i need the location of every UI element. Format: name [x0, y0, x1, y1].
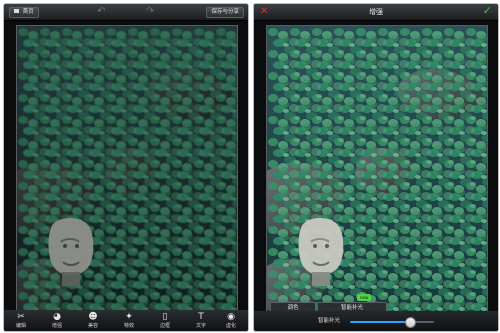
photo-svg [17, 26, 248, 318]
tool-label: 编辑 [15, 323, 26, 329]
smart-fill-light-label: 智能补光 [318, 318, 341, 324]
tool-frame[interactable]: ▯ 边框 [152, 312, 178, 329]
home-icon [14, 9, 19, 13]
tool-label: 虚化 [225, 323, 236, 329]
scissors-icon: ✂ [17, 312, 25, 322]
smart-fill-light-slider[interactable] [350, 317, 434, 328]
tool-label: 文字 [195, 323, 206, 329]
new-badge: new [357, 294, 372, 301]
redo-arrow-icon[interactable]: ↷ [146, 7, 154, 17]
tool-enhance[interactable]: ◕ 增强 [44, 312, 70, 329]
tool-label: 特效 [123, 323, 134, 329]
slider-fill [350, 321, 411, 323]
face-icon: ☻ [88, 312, 98, 322]
left-bottom-toolbar: ✂ 编辑 ◕ 增强 ☻ 美容 ✦ 特效 ▯ 边框 T 文字 ◉ 虚化 [4, 310, 248, 331]
check-icon[interactable]: ✓ [483, 5, 492, 17]
home-button-label: 首页 [22, 9, 34, 15]
tool-label: 美容 [87, 323, 98, 329]
left-editor-screen: 首页 ↶ ↷ 保存与分享 ✂ 编辑 ◕ 增强 ☻ 美容 ✦ 特效 ▯ 边框 T … [3, 3, 249, 332]
save-share-label: 保存与分享 [211, 9, 239, 15]
left-top-bar: 首页 ↶ ↷ 保存与分享 [4, 4, 248, 21]
enhance-title: 增强 [369, 8, 383, 16]
magic-wand-icon: ✦ [125, 312, 133, 322]
enhanced-photo [266, 25, 498, 318]
save-share-button[interactable]: 保存与分享 [206, 7, 244, 18]
text-icon: T [198, 312, 204, 322]
tool-edit[interactable]: ✂ 编辑 [8, 312, 34, 329]
tool-label: 边框 [159, 323, 170, 329]
tool-effects[interactable]: ✦ 特效 [116, 312, 142, 329]
tool-blur[interactable]: ◉ 虚化 [218, 312, 244, 329]
home-button[interactable]: 首页 [9, 7, 39, 18]
right-enhance-screen: ✕ 增强 ✓ 调色 智能补光 new 智能补光 [253, 3, 499, 332]
slider-knob[interactable] [405, 317, 417, 328]
right-top-bar: ✕ 增强 ✓ [254, 4, 498, 21]
tool-text[interactable]: T 文字 [188, 312, 214, 329]
original-photo [16, 25, 248, 318]
undo-arrow-icon[interactable]: ↶ [97, 7, 105, 17]
smart-fill-light-slider-area: 智能补光 [254, 311, 498, 331]
palette-icon: ◕ [53, 312, 61, 322]
blur-icon: ◉ [227, 312, 235, 322]
frame-icon: ▯ [162, 312, 168, 322]
photo-svg [267, 26, 498, 318]
tool-label: 增强 [51, 323, 62, 329]
tool-beauty[interactable]: ☻ 美容 [80, 312, 106, 329]
